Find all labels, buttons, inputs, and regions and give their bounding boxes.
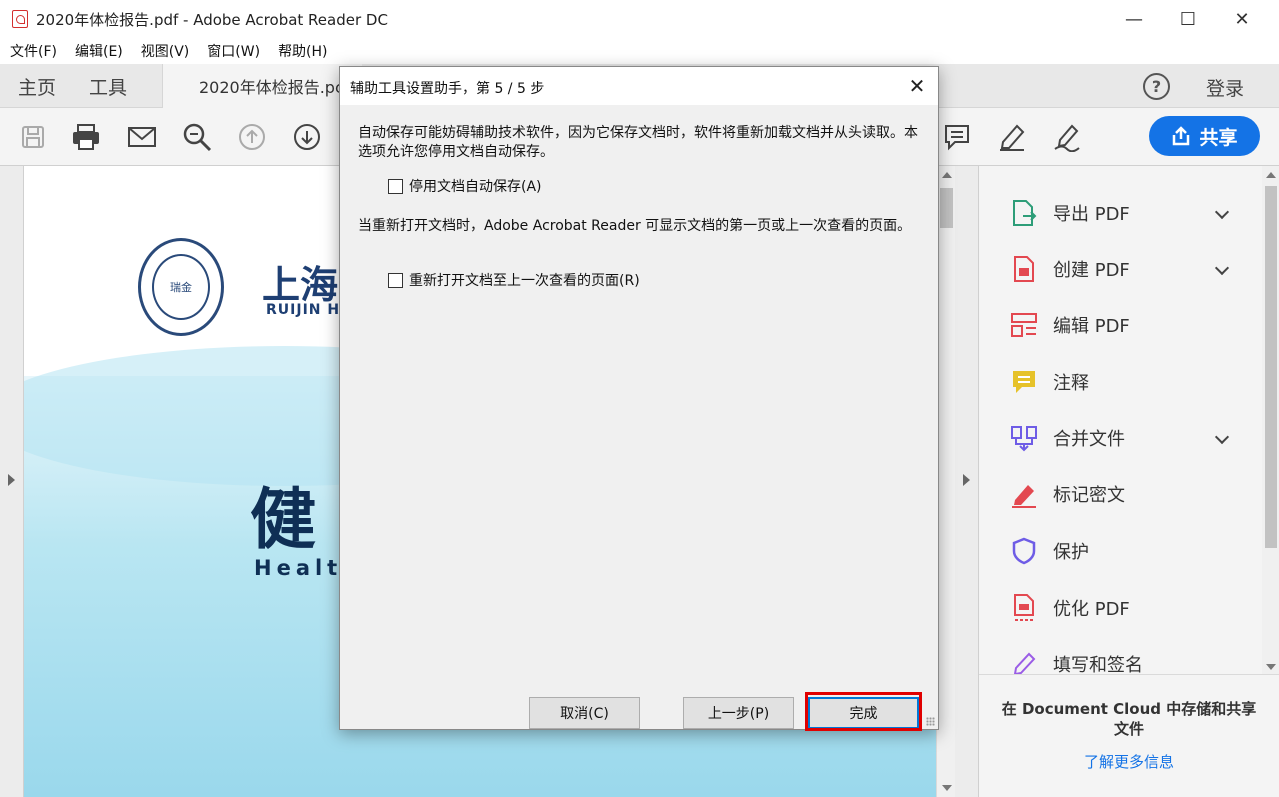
cancel-button[interactable]: 取消(C)	[529, 697, 640, 729]
disable-autosave-checkbox[interactable]: 停用文档自动保存(A)	[388, 176, 542, 196]
export-pdf-icon	[1009, 198, 1039, 228]
scroll-thumb[interactable]	[1265, 186, 1277, 548]
help-icon[interactable]: ?	[1143, 73, 1170, 100]
tab-tools[interactable]: 工具	[89, 64, 127, 108]
menu-window[interactable]: 窗口(W)	[207, 41, 260, 61]
left-panel-toggle[interactable]	[0, 166, 24, 797]
cover-title: 健	[250, 481, 316, 558]
cloud-promo-text: 在 Document Cloud 中存储和共享文件	[1001, 700, 1257, 738]
save-icon[interactable]	[16, 120, 50, 154]
pane-item-edit-pdf[interactable]: 编辑 PDF	[997, 302, 1237, 348]
autosave-description: 自动保存可能妨碍辅助技术软件，因为它保存文档时，软件将重新加载文档并从头读取。本…	[358, 125, 918, 160]
cover-title-en: Healt	[254, 556, 343, 580]
reopen-last-page-checkbox[interactable]: 重新打开文档至上一次查看的页面(R)	[388, 270, 640, 290]
page-down-icon[interactable]	[290, 120, 324, 154]
pane-item-export-pdf[interactable]: 导出 PDF	[997, 190, 1237, 236]
combine-files-icon	[1009, 423, 1039, 453]
accessibility-setup-dialog: 辅助工具设置助手，第 5 / 5 步 ✕ 自动保存可能妨碍辅助技术软件，因为它保…	[339, 66, 939, 731]
maximize-button[interactable]: ☐	[1161, 0, 1215, 38]
optimize-pdf-icon	[1009, 593, 1039, 623]
document-cloud-promo: 在 Document Cloud 中存储和共享文件 了解更多信息	[979, 674, 1279, 797]
chevron-down-icon[interactable]	[1214, 429, 1230, 445]
hospital-name: 上海	[262, 262, 339, 307]
share-button-label: 共享	[1199, 126, 1238, 149]
sign-pen-icon[interactable]	[1050, 120, 1084, 154]
menu-edit[interactable]: 编辑(E)	[75, 41, 123, 61]
scroll-up-icon[interactable]	[1266, 172, 1276, 178]
scroll-down-icon[interactable]	[942, 785, 952, 791]
protect-icon	[1009, 536, 1039, 566]
email-icon[interactable]	[125, 120, 159, 154]
comment-icon	[1009, 367, 1039, 397]
scroll-down-icon[interactable]	[1266, 664, 1276, 670]
highlight-pen-icon[interactable]	[995, 120, 1029, 154]
checkbox-box[interactable]	[388, 272, 403, 288]
pane-item-comment[interactable]: 注释	[997, 359, 1237, 405]
pane-item-combine-files[interactable]: 合并文件	[997, 415, 1237, 461]
pane-item-optimize-pdf[interactable]: 优化 PDF	[997, 585, 1237, 631]
menu-bar: 文件(F) 编辑(E) 视图(V) 窗口(W) 帮助(H)	[0, 38, 1279, 64]
acrobat-pdf-icon	[12, 10, 28, 28]
back-button[interactable]: 上一步(P)	[683, 697, 794, 729]
dialog-header: 辅助工具设置助手，第 5 / 5 步 ✕	[340, 67, 938, 105]
hospital-logo-seal: 瑞金	[138, 238, 224, 336]
pane-item-redact[interactable]: 标记密文	[997, 471, 1237, 517]
title-bar: 2020年体检报告.pdf - Adobe Acrobat Reader DC …	[0, 0, 1279, 38]
menu-file[interactable]: 文件(F)	[10, 41, 57, 61]
page-up-icon[interactable]	[235, 120, 269, 154]
minimize-button[interactable]: —	[1107, 0, 1161, 38]
collapse-right-arrow-icon	[963, 474, 970, 486]
chevron-down-icon[interactable]	[1214, 204, 1230, 220]
close-window-button[interactable]: ✕	[1215, 0, 1269, 38]
reopen-description: 当重新打开文档时，Adobe Acrobat Reader 可显示文档的第一页或…	[358, 218, 912, 234]
share-button[interactable]: 共享	[1149, 116, 1260, 156]
create-pdf-icon	[1009, 254, 1039, 284]
learn-more-link[interactable]: 了解更多信息	[979, 751, 1279, 772]
scroll-thumb[interactable]	[940, 188, 953, 228]
share-icon	[1173, 126, 1190, 146]
tab-home[interactable]: 主页	[18, 64, 56, 108]
window-title: 2020年体检报告.pdf - Adobe Acrobat Reader DC	[36, 10, 388, 29]
menu-view[interactable]: 视图(V)	[141, 41, 190, 61]
login-button[interactable]: 登录	[1206, 74, 1244, 101]
menu-help[interactable]: 帮助(H)	[278, 41, 327, 61]
chevron-down-icon[interactable]	[1214, 260, 1230, 276]
edit-pdf-icon	[1009, 310, 1039, 340]
pane-item-create-pdf[interactable]: 创建 PDF	[997, 246, 1237, 292]
checkbox-box[interactable]	[388, 178, 403, 194]
resize-grip-icon[interactable]	[926, 717, 935, 726]
right-panel-toggle[interactable]	[955, 166, 979, 797]
tab-document[interactable]: 2020年体检报告.pc	[162, 64, 362, 108]
zoom-search-icon[interactable]	[180, 120, 214, 154]
pane-item-protect[interactable]: 保护	[997, 528, 1237, 574]
tools-pane-scrollbar[interactable]	[1262, 166, 1279, 674]
redact-icon	[1009, 479, 1039, 509]
finish-button-highlight	[805, 692, 922, 731]
comment-tool-icon[interactable]	[940, 120, 974, 154]
scroll-up-icon[interactable]	[942, 172, 952, 178]
dialog-title: 辅助工具设置助手，第 5 / 5 步	[350, 81, 545, 97]
dialog-close-button[interactable]: ✕	[902, 73, 932, 99]
print-icon[interactable]	[69, 120, 103, 154]
expand-left-arrow-icon	[8, 474, 15, 486]
